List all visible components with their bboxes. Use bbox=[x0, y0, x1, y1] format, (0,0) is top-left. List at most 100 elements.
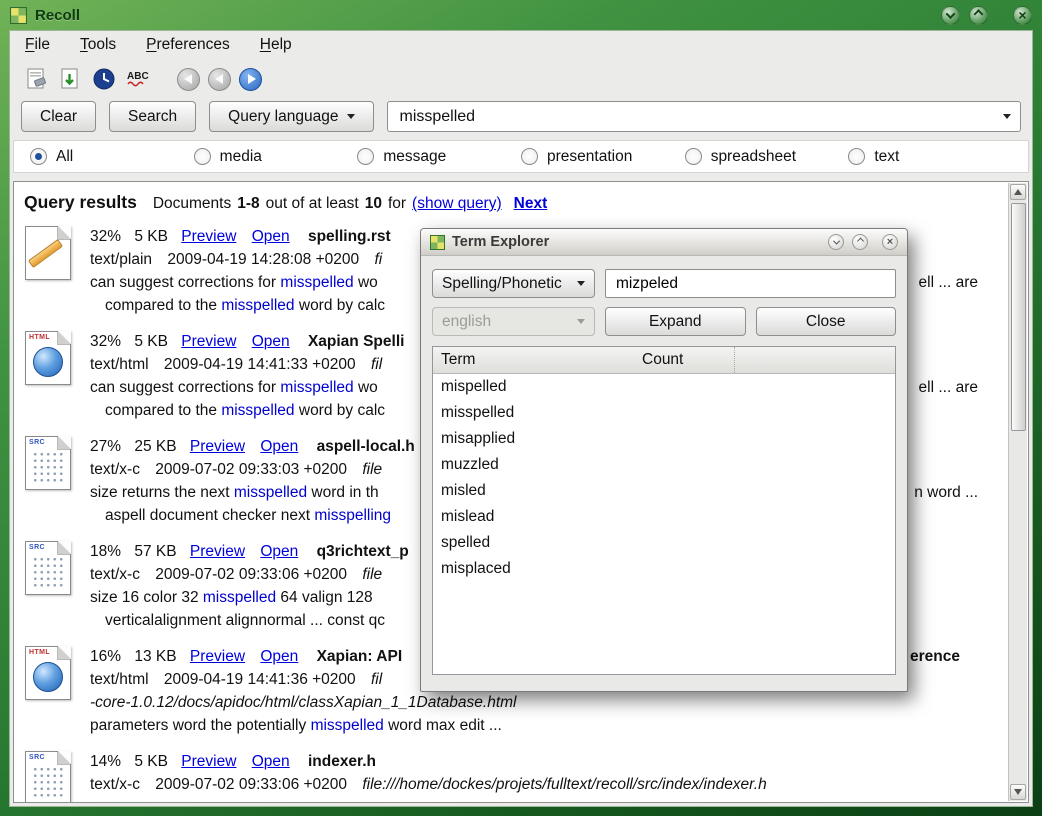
search-button[interactable]: Search bbox=[109, 101, 196, 132]
results-heading: Query results bbox=[24, 192, 137, 213]
highlighted-term: misspelled bbox=[280, 274, 353, 291]
erase-search-icon[interactable] bbox=[23, 66, 49, 92]
next-page-link[interactable]: Next bbox=[514, 195, 548, 213]
clear-label: Clear bbox=[40, 108, 77, 126]
arrow-left-icon bbox=[184, 74, 192, 84]
results-summary: Documents 1-8 out of at least 10 for (sh… bbox=[153, 195, 547, 213]
relevance-percent: 16% bbox=[90, 648, 121, 665]
mime-type: text/plain bbox=[90, 251, 152, 268]
term-input-wrap[interactable] bbox=[605, 269, 896, 298]
dialog-minimize-button[interactable] bbox=[828, 234, 844, 250]
go-previous-button[interactable] bbox=[208, 68, 231, 91]
window-title: Recoll bbox=[35, 7, 80, 24]
snippet-fragment: ell ... are bbox=[919, 271, 978, 294]
dialog-close-action-button[interactable]: Close bbox=[756, 307, 897, 336]
term-cell: misspelled bbox=[433, 404, 640, 422]
radio-icon bbox=[685, 148, 702, 165]
doc-url: file:///home/dockes/projets/fulltext/rec… bbox=[362, 776, 766, 793]
open-link[interactable]: Open bbox=[260, 648, 298, 665]
menu-tools[interactable]: Tools bbox=[80, 36, 116, 54]
dialog-close-button[interactable]: × bbox=[882, 234, 898, 250]
search-query-combo[interactable] bbox=[387, 101, 1021, 132]
doc-type-filter-row: All media messagepresentationspreadsheette… bbox=[13, 140, 1029, 173]
go-next-button[interactable] bbox=[239, 68, 262, 91]
minimize-button[interactable] bbox=[941, 6, 960, 25]
scroll-up-button[interactable] bbox=[1010, 184, 1026, 200]
highlighted-term: misspelled bbox=[234, 484, 307, 501]
open-link[interactable]: Open bbox=[260, 543, 298, 560]
filter-radio-media[interactable]: media bbox=[194, 148, 358, 166]
chevron-down-icon[interactable] bbox=[1003, 114, 1011, 119]
filter-radio-spreadsheet[interactable]: spreadsheet bbox=[685, 148, 849, 166]
expand-button[interactable]: Expand bbox=[605, 307, 746, 336]
file-icon bbox=[24, 225, 74, 282]
preview-link[interactable]: Preview bbox=[190, 438, 245, 455]
result-title-fragment: erence bbox=[910, 645, 960, 668]
close-button[interactable]: × bbox=[1013, 6, 1032, 25]
count-column-header[interactable]: Count bbox=[640, 347, 735, 373]
show-query-link[interactable]: (show query) bbox=[412, 195, 502, 213]
filter-label: media bbox=[220, 148, 262, 166]
term-row[interactable]: misplaced bbox=[433, 556, 895, 582]
arrow-right-icon bbox=[248, 74, 256, 84]
term-row[interactable]: misled bbox=[433, 478, 895, 504]
titlebar[interactable]: Recoll × bbox=[0, 0, 1042, 30]
clear-button[interactable]: Clear bbox=[21, 101, 96, 132]
history-icon[interactable] bbox=[91, 66, 117, 92]
preview-link[interactable]: Preview bbox=[181, 228, 236, 245]
term-row[interactable]: misspelled bbox=[433, 400, 895, 426]
highlighted-term: misspelled bbox=[280, 379, 353, 396]
file-size: 5 KB bbox=[134, 753, 168, 770]
term-explorer-app-icon bbox=[430, 235, 445, 250]
preview-link[interactable]: Preview bbox=[190, 543, 245, 560]
preview-link[interactable]: Preview bbox=[181, 333, 236, 350]
filter-radio-all[interactable]: All bbox=[30, 148, 194, 166]
preview-link[interactable]: Preview bbox=[190, 648, 245, 665]
preview-link[interactable]: Preview bbox=[181, 753, 236, 770]
file-type-tag: HTML bbox=[29, 334, 50, 341]
term-row[interactable]: mispelled bbox=[433, 374, 895, 400]
mime-type: text/x-c bbox=[90, 776, 140, 793]
open-link[interactable]: Open bbox=[252, 228, 290, 245]
file-type-decor-icon bbox=[32, 556, 64, 590]
term-row[interactable]: muzzled bbox=[433, 452, 895, 478]
scrollbar-thumb[interactable] bbox=[1011, 203, 1026, 431]
save-search-icon[interactable] bbox=[57, 66, 83, 92]
filter-radio-presentation[interactable]: presentation bbox=[521, 148, 685, 166]
open-link[interactable]: Open bbox=[252, 753, 290, 770]
open-link[interactable]: Open bbox=[260, 438, 298, 455]
term-row[interactable]: mislead bbox=[433, 504, 895, 530]
search-label: Search bbox=[128, 108, 177, 126]
filter-radio-message[interactable]: message bbox=[357, 148, 521, 166]
maximize-button[interactable] bbox=[969, 6, 988, 25]
menu-preferences[interactable]: Preferences bbox=[146, 36, 230, 54]
term-explorer-titlebar[interactable]: Term Explorer × bbox=[421, 229, 907, 256]
term-input[interactable] bbox=[614, 274, 887, 294]
search-query-input[interactable] bbox=[397, 107, 1003, 127]
doc-date: 2009-07-02 09:33:03 +0200 bbox=[155, 461, 347, 478]
highlighted-term: misspelled bbox=[203, 589, 276, 606]
term-column-header[interactable]: Term bbox=[433, 347, 640, 373]
result-title: q3richtext_p bbox=[317, 543, 409, 560]
open-link[interactable]: Open bbox=[252, 333, 290, 350]
menu-help[interactable]: Help bbox=[260, 36, 292, 54]
chevron-up-icon bbox=[974, 9, 984, 19]
doc-url: file bbox=[362, 461, 382, 478]
results-scrollbar[interactable] bbox=[1008, 183, 1027, 801]
dialog-maximize-button[interactable] bbox=[852, 234, 868, 250]
radio-icon bbox=[194, 148, 211, 165]
menu-file[interactable]: File bbox=[25, 36, 50, 54]
term-row[interactable]: spelled bbox=[433, 530, 895, 556]
term-row[interactable]: misapplied bbox=[433, 426, 895, 452]
highlighted-term: misspelled bbox=[221, 402, 294, 419]
expansion-mode-select[interactable]: Spelling/Phonetic bbox=[432, 269, 595, 298]
filter-radio-text[interactable]: text bbox=[848, 148, 1012, 166]
go-first-button[interactable] bbox=[177, 68, 200, 91]
doc-url: file bbox=[362, 566, 382, 583]
term-explorer-icon[interactable]: ABC bbox=[125, 66, 151, 92]
language-select: english bbox=[432, 307, 595, 336]
results-range: 1-8 bbox=[237, 195, 259, 213]
query-language-select[interactable]: Query language bbox=[209, 101, 374, 132]
scroll-down-button[interactable] bbox=[1010, 784, 1026, 800]
file-type-decor-icon bbox=[32, 766, 64, 800]
